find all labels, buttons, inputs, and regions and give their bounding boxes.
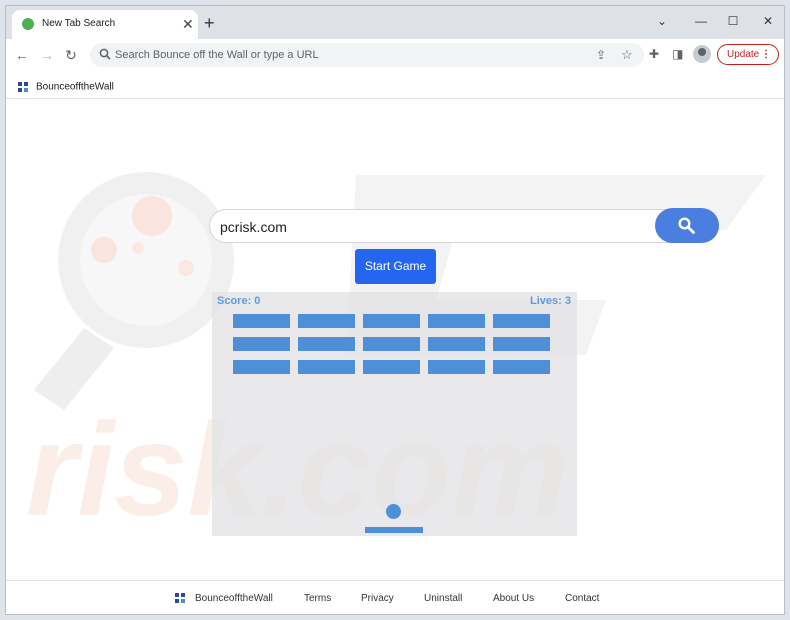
new-tab-button[interactable]: + [204,12,215,34]
brick [428,337,485,351]
brick [493,314,550,328]
brick [363,314,420,328]
tab-new-tab-search[interactable]: New Tab Search ✕ [12,10,198,39]
ball [386,504,401,519]
brick [428,314,485,328]
search-icon [678,217,695,234]
brick [493,360,550,374]
bookmarks-bar: BounceofftheWall [6,71,784,99]
brick [363,337,420,351]
star-icon[interactable]: ☆ [621,47,633,63]
game-canvas[interactable]: Score: 0 Lives: 3 [212,292,577,536]
puzzle-icon[interactable]: ✚ [649,47,659,61]
footer: BounceofftheWall Terms Privacy Uninstall… [6,580,784,614]
search-input-value: pcrisk.com [220,219,287,235]
search-icon [99,48,111,60]
search-button[interactable] [655,208,719,243]
footer-link-contact[interactable]: Contact [565,593,599,604]
score-label: Score: 0 [217,295,261,307]
forward-button[interactable]: → [37,45,57,65]
footer-brand[interactable]: BounceofftheWall [175,593,273,604]
tab-title: New Tab Search [42,18,116,29]
page-content: risk.com pcrisk.com Start Game Score: 0 … [6,100,784,614]
start-game-button[interactable]: Start Game [355,249,436,284]
brick [233,314,290,328]
lives-label: Lives: 3 [530,295,571,307]
browser-window: New Tab Search ✕ + ⌄ — ☐ ✕ ← → ↻ Search … [5,5,785,615]
footer-link-about-us[interactable]: About Us [493,593,534,604]
brick [428,360,485,374]
footer-logo-icon [175,593,185,604]
share-icon[interactable]: ⇪ [596,48,606,62]
footer-brand-label: BounceofftheWall [195,593,273,604]
tab-search-chevron-icon[interactable]: ⌄ [647,10,677,32]
bookmark-label: BounceofftheWall [36,81,114,93]
brick [493,337,550,351]
minimize-button[interactable]: — [686,10,716,32]
sidepanel-icon[interactable]: ◨ [672,47,683,61]
kebab-icon[interactable]: ⋮ [761,45,771,64]
tab-favicon-icon [22,18,34,30]
bookmark-grid-icon [18,81,28,92]
update-label: Update [727,49,760,60]
tab-strip: New Tab Search ✕ + ⌄ — ☐ ✕ [6,6,784,39]
footer-link-terms[interactable]: Terms [304,593,331,604]
toolbar: ← → ↻ Search Bounce off the Wall or type… [6,39,784,71]
brick [363,360,420,374]
tab-close-icon[interactable]: ✕ [182,15,194,33]
footer-link-privacy[interactable]: Privacy [361,593,394,604]
address-bar-placeholder: Search Bounce off the Wall or type a URL [115,49,319,61]
paddle[interactable] [365,527,423,533]
brick [298,337,355,351]
brick [298,314,355,328]
bookmark-bounceoffthewall[interactable]: BounceofftheWall [18,78,114,92]
brick [233,337,290,351]
footer-link-uninstall[interactable]: Uninstall [424,593,462,604]
back-button[interactable]: ← [12,45,32,65]
maximize-button[interactable]: ☐ [718,10,748,32]
address-bar[interactable]: Search Bounce off the Wall or type a URL… [90,43,644,67]
close-window-button[interactable]: ✕ [753,10,783,32]
brick [233,360,290,374]
search-input[interactable]: pcrisk.com [209,209,719,243]
reload-button[interactable]: ↻ [61,45,81,65]
profile-icon[interactable] [693,45,711,63]
brick [298,360,355,374]
update-button[interactable]: Update ⋮ [717,44,779,65]
